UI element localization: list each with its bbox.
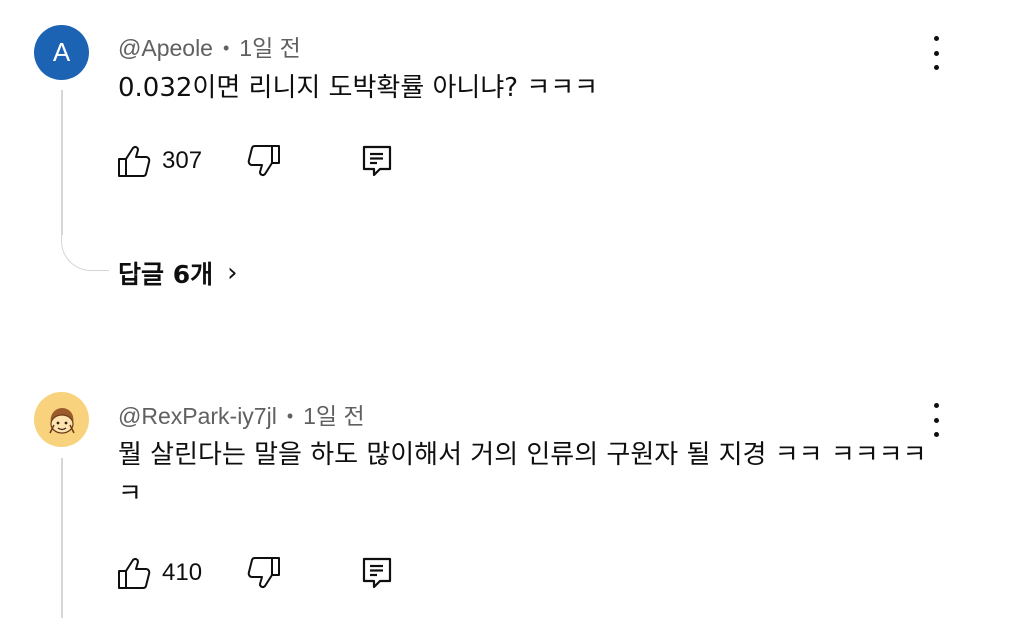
comment-actions: 410 <box>116 555 416 595</box>
reply-icon <box>362 557 392 589</box>
avatar-letter: A <box>52 37 71 67</box>
author-name[interactable]: @Apeole <box>118 35 213 61</box>
comment-text: 뭘 살린다는 말을 하도 많이해서 거의 인류의 구원자 될 지경 ㅋㅋ ㅋㅋㅋ… <box>118 440 927 509</box>
thumbs-up-icon <box>118 145 151 177</box>
thread-line <box>61 458 63 618</box>
comment-time: 1일 전 <box>303 403 365 429</box>
view-replies-button[interactable]: 답글 6개 › <box>118 254 238 292</box>
author-name[interactable]: @RexPark-iy7jl <box>118 403 277 429</box>
comment-meta: @Apeole • 1일 전 <box>118 29 301 63</box>
meta-separator: • <box>286 406 294 426</box>
dislike-button[interactable] <box>246 143 282 179</box>
chevron-right-icon: › <box>227 258 238 288</box>
thread-line <box>61 90 63 235</box>
avatar[interactable] <box>34 392 89 447</box>
thread-connector <box>61 235 109 271</box>
comment-time: 1일 전 <box>239 35 301 61</box>
dislike-button[interactable] <box>246 555 282 591</box>
reply-button[interactable] <box>360 555 394 591</box>
comment-meta: @RexPark-iy7jl • 1일 전 <box>118 397 365 431</box>
more-vert-icon[interactable] <box>926 403 946 437</box>
like-button[interactable] <box>116 143 152 179</box>
like-button[interactable] <box>116 555 152 591</box>
emoji-avatar-icon <box>48 407 75 434</box>
like-count: 410 <box>162 559 203 586</box>
thumbs-up-icon <box>118 557 151 589</box>
like-count: 307 <box>162 147 203 174</box>
comment-text: 0.032이면 리니지 도박확률 아니냐? ㅋㅋㅋ <box>118 73 599 103</box>
reply-icon <box>362 145 392 177</box>
thumbs-down-icon <box>247 557 280 589</box>
reply-button[interactable] <box>360 143 394 179</box>
meta-separator: • <box>222 38 230 58</box>
thumbs-down-icon <box>247 145 280 177</box>
comment-actions: 307 <box>116 143 416 183</box>
avatar[interactable]: A <box>34 25 89 80</box>
replies-label: 답글 6개 <box>118 260 214 289</box>
more-vert-icon[interactable] <box>926 36 946 70</box>
